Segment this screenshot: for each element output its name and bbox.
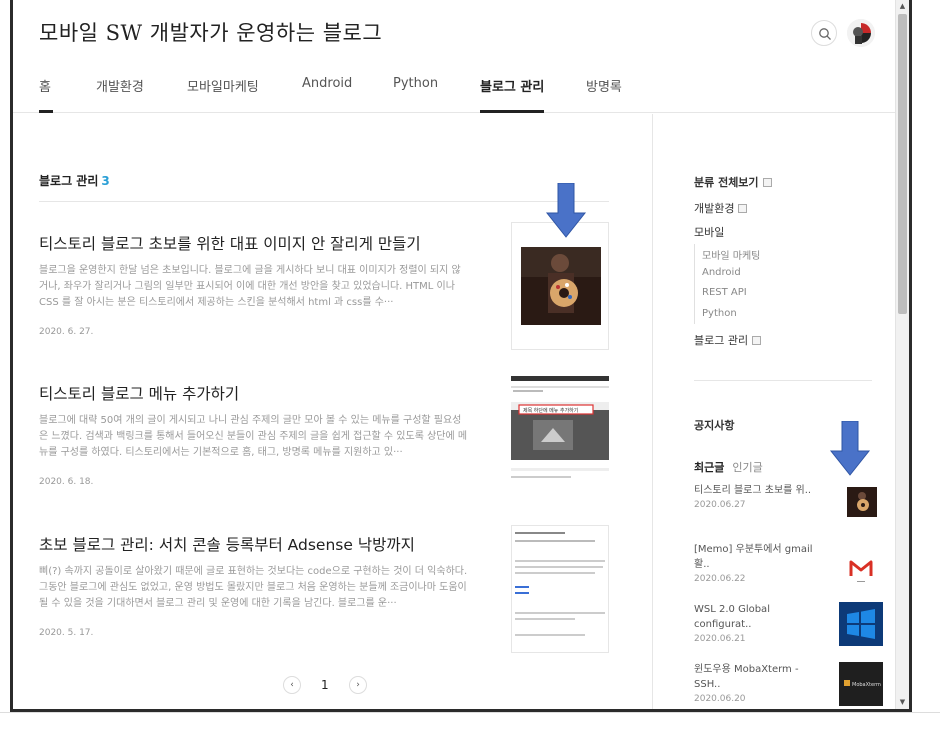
- page-number[interactable]: 1: [321, 678, 329, 692]
- recent-post-item[interactable]: 윈도우용 MobaXterm - SSH.. 2020.06.20 MobaXt…: [694, 662, 883, 706]
- post-thumbnail[interactable]: 제목 하단에 메뉴 추가하기: [511, 372, 609, 500]
- mobaxterm-thumbnail: MobaXterm: [839, 662, 883, 706]
- nav-underline: [480, 110, 545, 113]
- thumb-caption: 제목 하단에 메뉴 추가하기: [523, 407, 578, 414]
- prev-page-button[interactable]: ‹: [283, 676, 301, 694]
- category-heading: 블로그 관리 3: [39, 172, 110, 189]
- sidebar-category-label: 블로그 관리: [694, 334, 749, 347]
- page-bottom-strip: [0, 712, 940, 729]
- tab-recent[interactable]: 최근글: [694, 461, 724, 474]
- annotation-arrow-icon: [829, 421, 871, 476]
- post-item[interactable]: 티스토리 블로그 메뉴 추가하기 블로그에 대략 50여 개의 글이 게시되고 …: [39, 372, 614, 500]
- nav-item-blog-management[interactable]: 블로그 관리: [480, 76, 545, 113]
- nav-item-dev-env[interactable]: 개발환경: [96, 76, 144, 113]
- search-button[interactable]: [811, 20, 837, 46]
- category-all-link[interactable]: 분류 전체보기: [694, 174, 772, 190]
- blog-title[interactable]: 모바일 SW 개발자가 운영하는 블로그: [39, 17, 382, 47]
- annotation-arrow-icon: [545, 183, 587, 238]
- nav-item-android[interactable]: Android: [302, 76, 352, 113]
- post-excerpt: 삐(?) 속까지 공돌이로 살아왔기 때문에 글로 표현하는 것보다는 code…: [39, 566, 468, 609]
- windows-logo-icon: [839, 602, 883, 646]
- search-icon: [819, 28, 831, 40]
- sidebar-category-label: 개발환경: [694, 202, 735, 215]
- post-thumbnail[interactable]: [511, 222, 609, 350]
- category-all-label: 분류 전체보기: [694, 176, 759, 189]
- sidebar-subcategory-mobile-marketing[interactable]: 모바일 마케팅: [702, 247, 760, 262]
- scroll-thumb[interactable]: [898, 14, 907, 314]
- sidebar-category-label: 모바일: [694, 226, 725, 239]
- mobaxterm-label: MobaXterm: [852, 682, 881, 688]
- nav-item-label: 개발환경: [96, 80, 144, 95]
- nav-item-label: 모바일마케팅: [187, 80, 259, 95]
- sidebar-category-mobile[interactable]: 모바일: [694, 224, 724, 240]
- nav-item-label: Python: [393, 76, 439, 91]
- recent-post-title: [Memo] 우분투에서 gmail 활..: [694, 544, 813, 570]
- sidebar-category-blog-management[interactable]: 블로그 관리: [694, 332, 762, 348]
- pagination: ‹ 1 ›: [283, 676, 373, 696]
- recent-post-thumbnail: [847, 487, 877, 517]
- post-thumbnail[interactable]: [511, 525, 609, 653]
- category-count: 3: [101, 174, 110, 188]
- blog-header: 모바일 SW 개발자가 운영하는 블로그 홈 개발환경 모바일마케팅 Andro…: [13, 0, 898, 113]
- recent-post-item[interactable]: [Memo] 우분투에서 gmail 활.. 2020.06.22: [694, 542, 883, 592]
- recent-post-item[interactable]: WSL 2.0 Global configurat.. 2020.06.21: [694, 602, 883, 646]
- divider: [694, 380, 872, 381]
- new-badge-icon: [752, 335, 762, 345]
- sidebar-category-dev-env[interactable]: 개발환경: [694, 200, 748, 216]
- next-page-button[interactable]: ›: [349, 676, 367, 694]
- nav-item-python[interactable]: Python: [393, 76, 438, 113]
- nav-underline: [39, 110, 53, 113]
- recent-post-item[interactable]: 티스토리 블로그 초보를 위.. 2020.06.27: [694, 483, 877, 517]
- profile-avatar[interactable]: [847, 19, 875, 47]
- subcategory-guide-line: [694, 244, 695, 324]
- nav-item-label: 방명록: [586, 80, 622, 95]
- tab-popular[interactable]: 인기글: [732, 461, 762, 474]
- nav-item-mobile-marketing[interactable]: 모바일마케팅: [187, 76, 259, 113]
- nav-item-label: 홈: [39, 80, 51, 95]
- category-name: 블로그 관리: [39, 174, 99, 188]
- post-excerpt: 블로그을 운영한지 한달 넘은 초보입니다. 블로그에 글을 게시하다 보니 대…: [39, 265, 461, 308]
- recent-post-title: 티스토리 블로그 초보를 위..: [694, 485, 812, 496]
- recent-post-title: 윈도우용 MobaXterm - SSH..: [694, 664, 799, 690]
- scroll-down-icon[interactable]: ▼: [896, 696, 909, 709]
- new-badge-icon: [762, 177, 772, 187]
- post-item[interactable]: 초보 블로그 관리: 서치 콘솔 등록부터 Adsense 낙방까지 삐(?) …: [39, 525, 614, 653]
- sidebar: 분류 전체보기 개발환경 모바일 모바일 마케팅 Android REST AP…: [667, 114, 897, 709]
- gmail-icon: [839, 548, 883, 592]
- post-tabs: 최근글 인기글: [694, 459, 763, 475]
- sidebar-subcategory-android[interactable]: Android: [702, 267, 741, 278]
- nav-item-guestbook[interactable]: 방명록: [586, 76, 622, 113]
- nav-item-home[interactable]: 홈: [39, 76, 53, 113]
- post-item[interactable]: 티스토리 블로그 초보를 위한 대표 이미지 안 잘리게 만들기 블로그을 운영…: [39, 222, 614, 350]
- scroll-up-icon[interactable]: ▲: [896, 0, 909, 13]
- sidebar-subcategory-python[interactable]: Python: [702, 308, 737, 319]
- vertical-scrollbar[interactable]: ▲ ▼: [895, 0, 909, 709]
- divider: [39, 201, 609, 202]
- sidebar-subcategory-rest-api[interactable]: REST API: [702, 287, 747, 298]
- nav-item-label: Android: [302, 76, 353, 91]
- nav-item-label: 블로그 관리: [480, 80, 545, 95]
- post-excerpt: 블로그에 대략 50여 개의 글이 게시되고 나니 관심 주제의 글만 모아 볼…: [39, 415, 468, 458]
- notice-heading[interactable]: 공지사항: [694, 417, 734, 433]
- browser-frame: 모바일 SW 개발자가 운영하는 블로그 홈 개발환경 모바일마케팅 Andro…: [10, 0, 912, 712]
- new-badge-icon: [738, 203, 748, 213]
- recent-post-title: WSL 2.0 Global configurat..: [694, 604, 770, 630]
